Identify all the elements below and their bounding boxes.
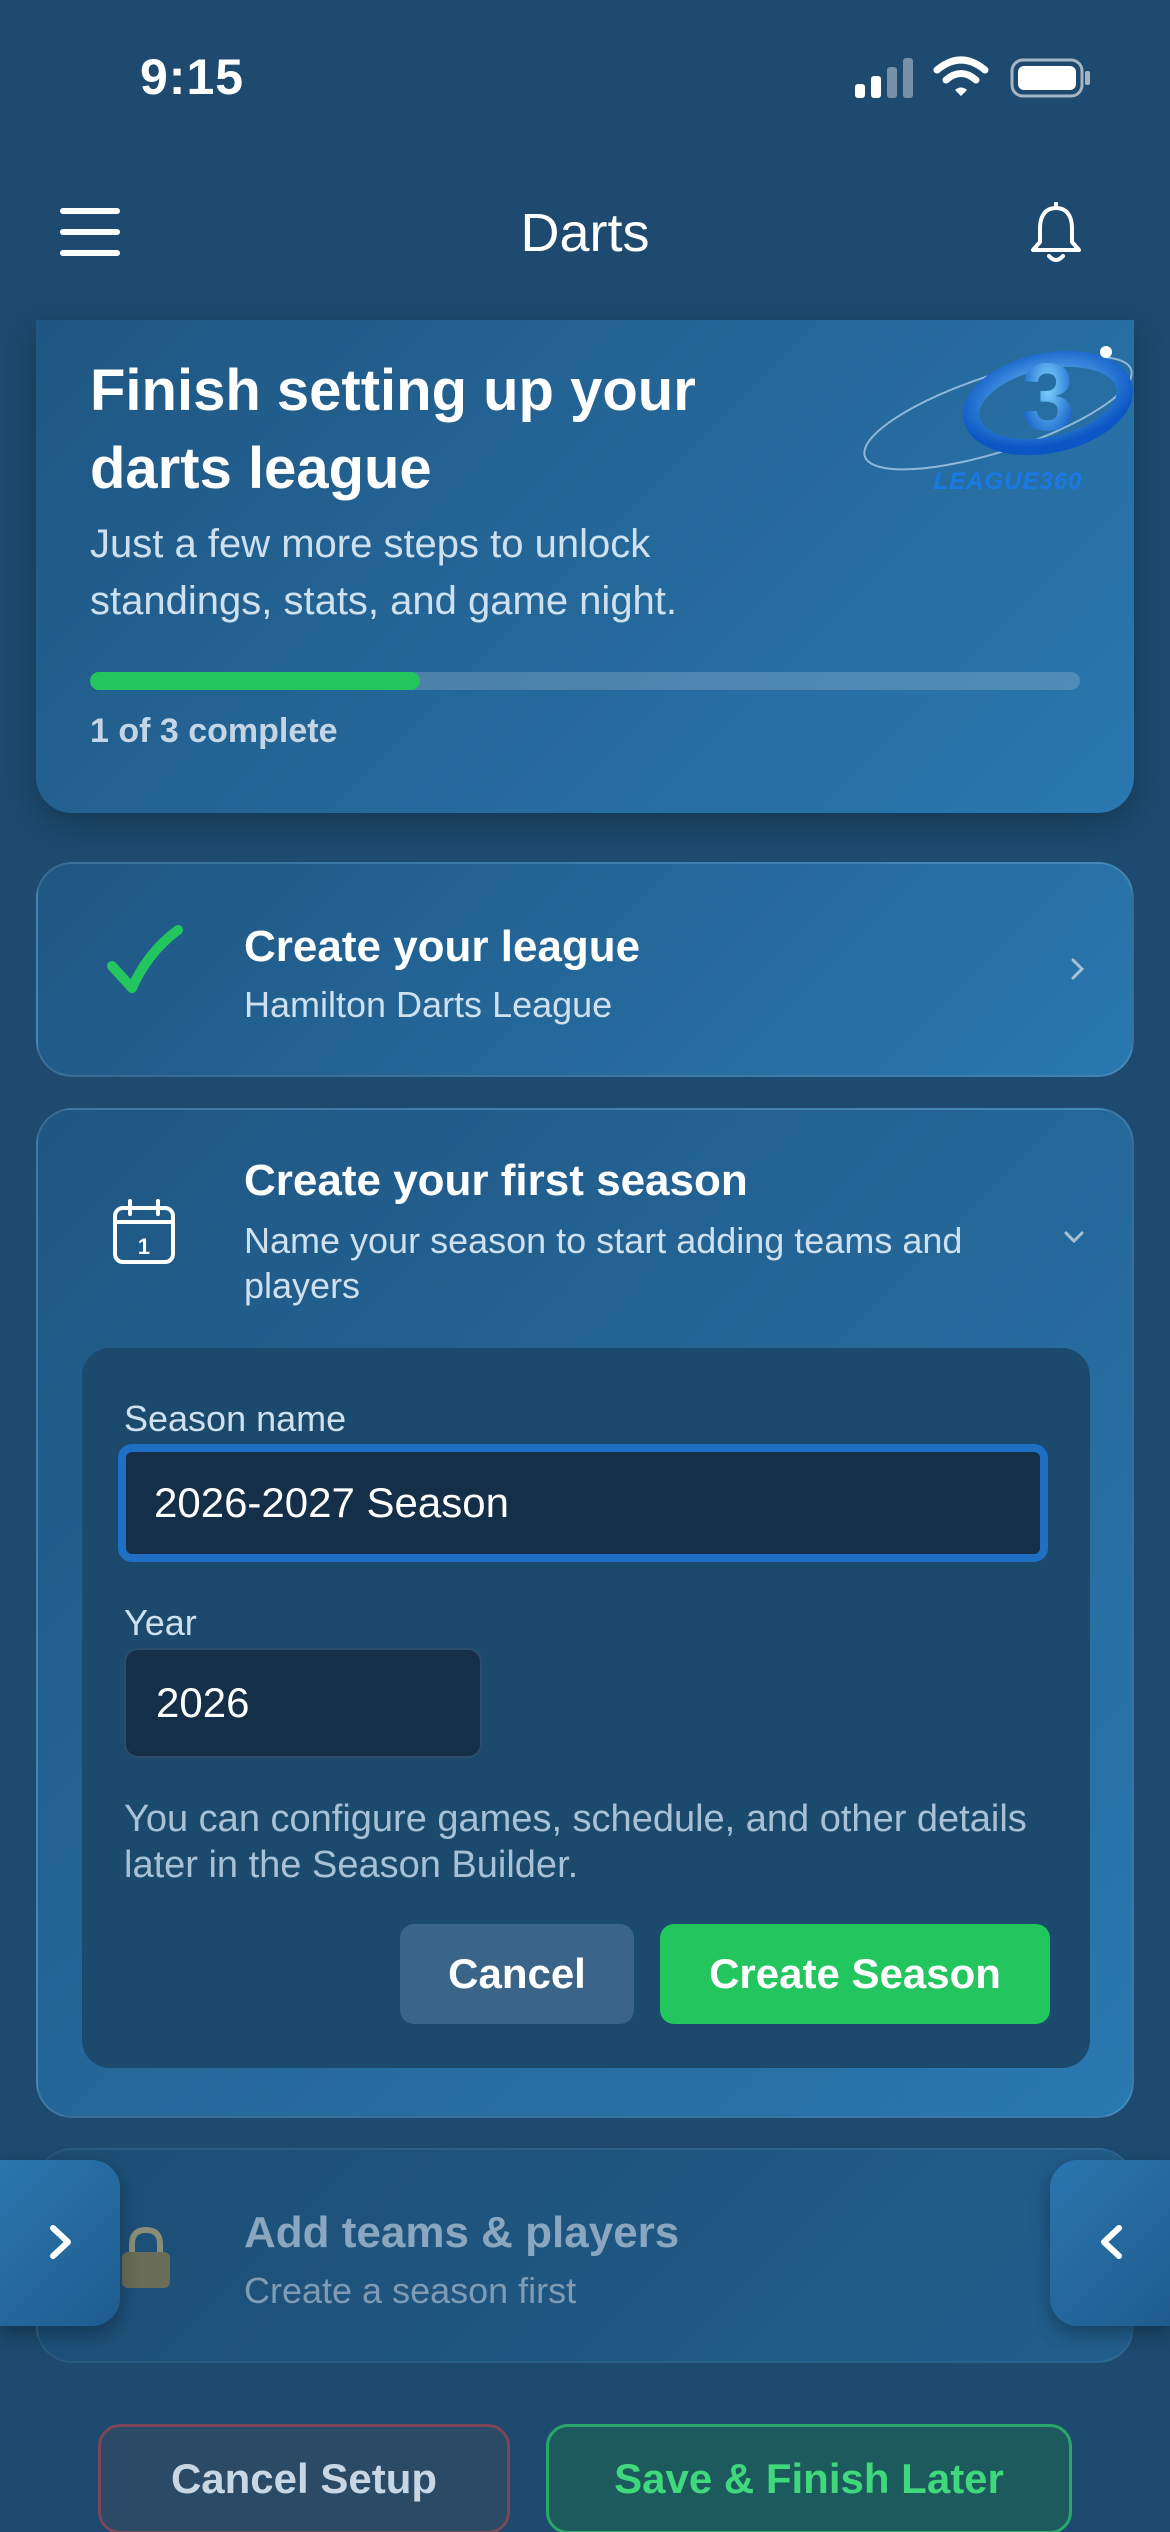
step-create-league[interactable]: Create your league Hamilton Darts League — [36, 862, 1134, 1077]
checkmark-icon — [107, 925, 183, 993]
form-help-text: You can configure games, schedule, and o… — [124, 1798, 1027, 1886]
svg-text:1: 1 — [138, 1234, 150, 1259]
chevron-left-icon — [1101, 2225, 1122, 2259]
progress-label: 1 of 3 complete — [90, 712, 338, 750]
cancel-button[interactable]: Cancel — [400, 1924, 634, 2024]
year-label: Year — [124, 1602, 197, 1643]
lock-icon — [122, 2226, 170, 2288]
setup-progress-bar — [90, 672, 1080, 690]
wifi-icon — [933, 56, 989, 96]
year-input[interactable] — [124, 1648, 482, 1758]
season-name-input[interactable] — [118, 1444, 1048, 1562]
page-title: Darts — [520, 203, 650, 263]
setup-subtitle: Just a few more steps to unlock standing… — [90, 522, 678, 623]
cancel-setup-button[interactable]: Cancel Setup — [98, 2424, 510, 2532]
step-subtitle: Hamilton Darts League — [244, 984, 613, 1025]
svg-text:3: 3 — [1021, 344, 1074, 451]
chevron-right-icon — [50, 2225, 71, 2259]
step-add-teams: Add teams & players Create a season firs… — [36, 2148, 1134, 2363]
status-bar: 9:15 — [0, 0, 1170, 150]
setup-progress-fill — [90, 672, 420, 690]
chevron-right-icon — [1071, 958, 1085, 980]
calendar-icon: 1 — [113, 1199, 175, 1264]
setup-progress-card: Finish setting up your darts league Just… — [36, 320, 1134, 813]
step-title: Create your league — [244, 922, 641, 971]
nav-bar: Darts — [0, 180, 1170, 290]
step-title: Create your first season — [244, 1156, 748, 1205]
side-tab-expand-left[interactable] — [0, 2160, 120, 2326]
step-subtitle: Name your season to start adding teams a… — [244, 1220, 963, 1306]
side-tab-expand-right[interactable] — [1050, 2160, 1170, 2326]
create-season-button[interactable]: Create Season — [660, 1924, 1050, 2024]
season-name-label: Season name — [124, 1398, 347, 1439]
step-title: Add teams & players — [244, 2208, 680, 2257]
battery-icon — [1010, 58, 1090, 98]
setup-title: Finish setting up your darts league — [90, 358, 696, 501]
season-form: Season name Year You can configure games… — [82, 1348, 1090, 2068]
league360-logo: 3 LEAGUE360 — [848, 328, 1138, 513]
cellular-signal-icon — [855, 58, 913, 98]
step-create-season: 1 Create your first season Name your sea… — [36, 1108, 1134, 2118]
step-subtitle: Create a season first — [244, 2270, 577, 2311]
save-finish-later-button[interactable]: Save & Finish Later — [546, 2424, 1072, 2532]
logo-wordmark: LEAGUE360 — [933, 468, 1083, 495]
bell-icon[interactable] — [1028, 202, 1084, 266]
chevron-down-icon[interactable] — [1062, 1228, 1086, 1246]
status-time: 9:15 — [140, 49, 245, 105]
